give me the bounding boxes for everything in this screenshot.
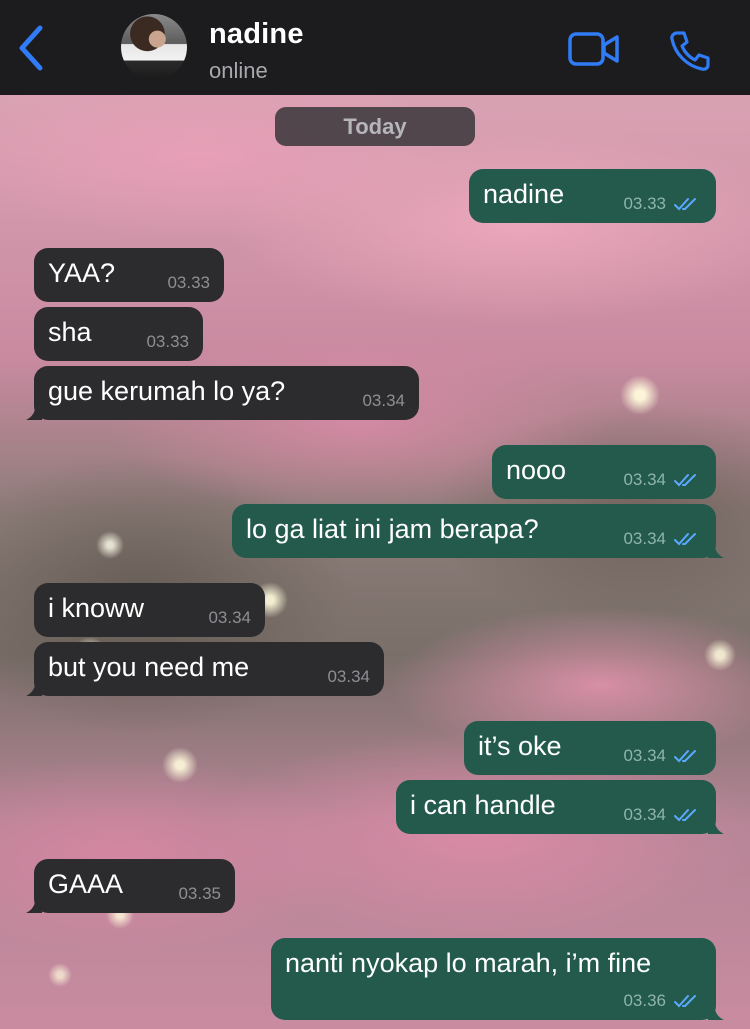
double-check-icon: [674, 809, 696, 822]
double-check-icon: [674, 474, 696, 487]
double-check-icon: [674, 533, 696, 546]
phone-icon: [670, 31, 710, 71]
video-call-button[interactable]: [568, 31, 620, 67]
message-outgoing[interactable]: nadine 03.33: [469, 169, 716, 223]
message-time: 03.35: [178, 884, 221, 903]
chat-header: nadine online: [0, 0, 750, 95]
voice-call-button[interactable]: [668, 29, 712, 73]
message-incoming[interactable]: GAAA 03.35: [26, 859, 235, 913]
message-time: 03.34: [362, 391, 405, 410]
bubble-tail: [26, 676, 42, 696]
message-time: 03.34: [623, 746, 666, 765]
message-time: 03.34: [623, 529, 666, 548]
message-incoming[interactable]: i knoww 03.34: [34, 583, 265, 637]
message-incoming[interactable]: gue kerumah lo ya? 03.34: [26, 366, 419, 420]
message-time: 03.36: [623, 991, 666, 1010]
message-text: but you need me: [48, 652, 250, 682]
message-time: 03.33: [623, 194, 666, 213]
bubble-tail: [708, 538, 724, 558]
message-outgoing[interactable]: it’s oke 03.34: [464, 721, 716, 775]
back-button[interactable]: [12, 22, 52, 74]
video-camera-icon: [568, 32, 619, 66]
double-check-icon: [674, 198, 696, 211]
message-outgoing[interactable]: nooo 03.34: [492, 445, 716, 499]
bubble-tail: [26, 400, 42, 420]
message-text: sha: [48, 317, 92, 347]
message-time: 03.33: [146, 332, 189, 351]
message-text: gue kerumah lo ya?: [48, 376, 286, 406]
message-outgoing[interactable]: lo ga liat ini jam berapa? 03.34: [232, 504, 724, 558]
message-text: YAA?: [48, 258, 116, 288]
message-text: it’s oke: [478, 731, 562, 761]
message-outgoing[interactable]: i can handle 03.34: [396, 780, 724, 834]
message-time: 03.34: [208, 608, 251, 627]
message-text: nooo: [506, 455, 567, 485]
message-outgoing[interactable]: nanti nyokap lo marah, i’m fine 03.36: [271, 938, 724, 1020]
contact-status: online: [209, 58, 268, 83]
bubble-tail: [708, 814, 724, 834]
contact-name[interactable]: nadine: [209, 18, 304, 51]
message-text: lo ga liat ini jam berapa?: [246, 514, 539, 544]
message-time: 03.34: [327, 667, 370, 686]
chevron-left-icon: [19, 25, 43, 71]
double-check-icon: [674, 750, 696, 763]
double-check-icon: [674, 995, 696, 1008]
message-text: i can handle: [410, 790, 556, 820]
message-text: nadine: [483, 179, 565, 209]
message-incoming[interactable]: but you need me 03.34: [26, 642, 384, 696]
date-separator: Today: [275, 107, 475, 146]
message-text: nanti nyokap lo marah, i’m fine: [285, 948, 652, 978]
message-time: 03.34: [623, 470, 666, 489]
message-incoming[interactable]: sha 03.33: [34, 307, 203, 361]
message-text: i knoww: [48, 593, 145, 623]
bubble-tail: [708, 1000, 724, 1020]
avatar[interactable]: [121, 14, 187, 80]
message-incoming[interactable]: YAA? 03.33: [34, 248, 224, 302]
chat-area[interactable]: Today nadine 03.33 YAA? 03.33 sha 03.33 …: [0, 95, 750, 1029]
message-time: 03.34: [623, 805, 666, 824]
message-text: GAAA: [48, 869, 124, 899]
message-time: 03.33: [167, 273, 210, 292]
bubble-tail: [26, 893, 42, 913]
